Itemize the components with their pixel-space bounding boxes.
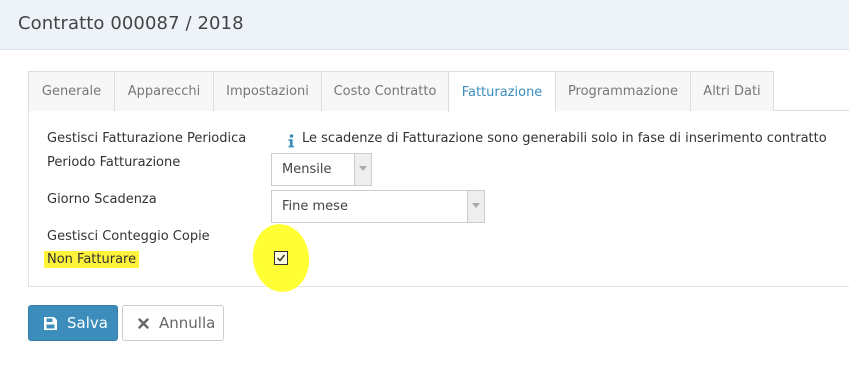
no-invoice-label: Non Fatturare <box>44 251 140 268</box>
due-day-value: Fine mese <box>282 199 348 214</box>
billing-period-dropdown-button[interactable] <box>354 154 371 185</box>
floppy-disk-icon <box>44 316 57 330</box>
tab-impostazioni[interactable]: Impostazioni <box>213 71 322 111</box>
billing-period-select[interactable]: Mensile <box>271 153 372 186</box>
due-day-dropdown-button[interactable] <box>467 191 484 222</box>
tab-programmazione[interactable]: Programmazione <box>555 71 691 111</box>
billing-period-label: Periodo Fatturazione <box>47 155 181 170</box>
check-icon <box>276 254 286 262</box>
no-invoice-checkbox[interactable] <box>274 251 288 265</box>
caret-down-icon <box>472 203 480 208</box>
close-icon <box>138 317 149 329</box>
tab-generale[interactable]: Generale <box>28 71 115 111</box>
tab-altri-dati[interactable]: Altri Dati <box>690 71 774 111</box>
due-day-select[interactable]: Fine mese <box>271 190 485 223</box>
cancel-button[interactable]: Annulla <box>122 305 224 341</box>
save-button[interactable]: Salva <box>28 305 118 341</box>
tab-costo-contratto[interactable]: Costo Contratto <box>321 71 449 111</box>
tab-apparecchi[interactable]: Apparecchi <box>114 71 214 111</box>
due-day-label: Giorno Scadenza <box>47 192 157 207</box>
copy-count-label: Gestisci Conteggio Copie <box>47 229 210 244</box>
page-header: Contratto 000087 / 2018 <box>0 0 849 50</box>
tab-fatturazione[interactable]: Fatturazione <box>448 71 556 112</box>
cancel-button-label: Annulla <box>159 314 216 332</box>
periodic-billing-label: Gestisci Fatturazione Periodica <box>47 131 247 146</box>
save-button-label: Salva <box>67 314 108 332</box>
page-title: Contratto 000087 / 2018 <box>18 13 244 34</box>
caret-down-icon <box>359 166 367 171</box>
billing-period-value: Mensile <box>282 162 332 177</box>
billing-info-text: Le scadenze di Fatturazione sono generab… <box>302 131 827 146</box>
info-icon <box>288 134 294 148</box>
